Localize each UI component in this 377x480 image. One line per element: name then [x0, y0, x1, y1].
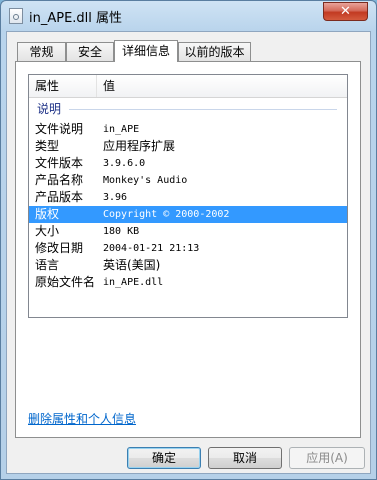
properties-window: in_APE.dll 属性 ✕ 常规 安全 详细信息 以前的版本 属性 值 说明… [0, 0, 377, 480]
property-value: 英语(美国) [103, 258, 161, 272]
details-panel: 属性 值 说明 文件说明 in_APE 类型 应用程序扩展文件版本 3.9.6.0 产品名… [15, 61, 361, 438]
property-row[interactable]: 产品版本 3.96 [29, 189, 347, 206]
title-bar[interactable]: in_APE.dll 属性 ✕ [1, 1, 376, 31]
property-name: 类型 [35, 139, 60, 153]
apply-button[interactable]: 应用(A) [289, 447, 365, 469]
property-row[interactable]: 原始文件名 in_APE.dll [29, 274, 347, 291]
property-name: 产品版本 [35, 190, 84, 204]
column-header-value[interactable]: 值 [97, 75, 347, 97]
dll-file-icon [9, 8, 23, 24]
tab-general[interactable]: 常规 [17, 42, 66, 61]
property-row[interactable]: 大小 180 KB [29, 223, 347, 240]
tab-previous-versions[interactable]: 以前的版本 [178, 42, 251, 61]
property-value: 3.9.6.0 [103, 158, 146, 169]
property-name: 修改日期 [35, 241, 84, 255]
property-value: 应用程序扩展 [103, 139, 176, 153]
property-name: 原始文件名 [35, 275, 96, 289]
close-button[interactable]: ✕ [323, 2, 368, 21]
tab-security[interactable]: 安全 [66, 42, 114, 61]
property-value: in_APE.dll [103, 277, 164, 288]
property-name: 大小 [35, 224, 60, 238]
cancel-button[interactable]: 取消 [208, 447, 282, 469]
property-row[interactable]: 文件版本 3.9.6.0 [29, 155, 347, 172]
property-value: 3.96 [103, 192, 128, 203]
property-name: 版权 [35, 207, 60, 221]
property-name: 产品名称 [35, 173, 84, 187]
property-value: Copyright © 2000-2002 [103, 209, 230, 220]
group-label: 说明 [37, 102, 62, 116]
property-row[interactable]: 类型 应用程序扩展 [29, 138, 347, 155]
property-name: 文件说明 [35, 122, 84, 136]
property-name: 语言 [35, 258, 60, 272]
property-row[interactable]: 产品名称 Monkey's Audio [29, 172, 347, 189]
details-list[interactable]: 属性 值 说明 文件说明 in_APE 类型 应用程序扩展文件版本 3.9.6.0 产品名… [28, 74, 348, 318]
property-row[interactable]: 修改日期 2004-01-21 21:13 [29, 240, 347, 257]
list-header: 属性 值 [29, 75, 347, 98]
remove-properties-link[interactable]: 删除属性和个人信息 [28, 410, 136, 427]
window-title: in_APE.dll 属性 [29, 11, 123, 26]
property-value: 180 KB [103, 226, 140, 237]
ok-button[interactable]: 确定 [127, 447, 201, 469]
property-value: in_APE [103, 124, 140, 135]
column-header-property[interactable]: 属性 [29, 75, 97, 97]
property-row[interactable]: 版权 Copyright © 2000-2002 [29, 206, 347, 223]
property-row[interactable]: 语言 英语(美国) [29, 257, 347, 274]
dialog-body: 常规 安全 详细信息 以前的版本 属性 值 说明 文件说明 in_APE 类型 应用程… [6, 31, 371, 474]
tab-details[interactable]: 详细信息 [114, 40, 178, 62]
property-value: 2004-01-21 21:13 [103, 243, 200, 254]
group-header: 说明 [29, 101, 347, 117]
group-divider [69, 109, 337, 110]
property-name: 文件版本 [35, 156, 84, 170]
property-row[interactable]: 文件说明 in_APE [29, 121, 347, 138]
property-value: Monkey's Audio [103, 175, 188, 186]
